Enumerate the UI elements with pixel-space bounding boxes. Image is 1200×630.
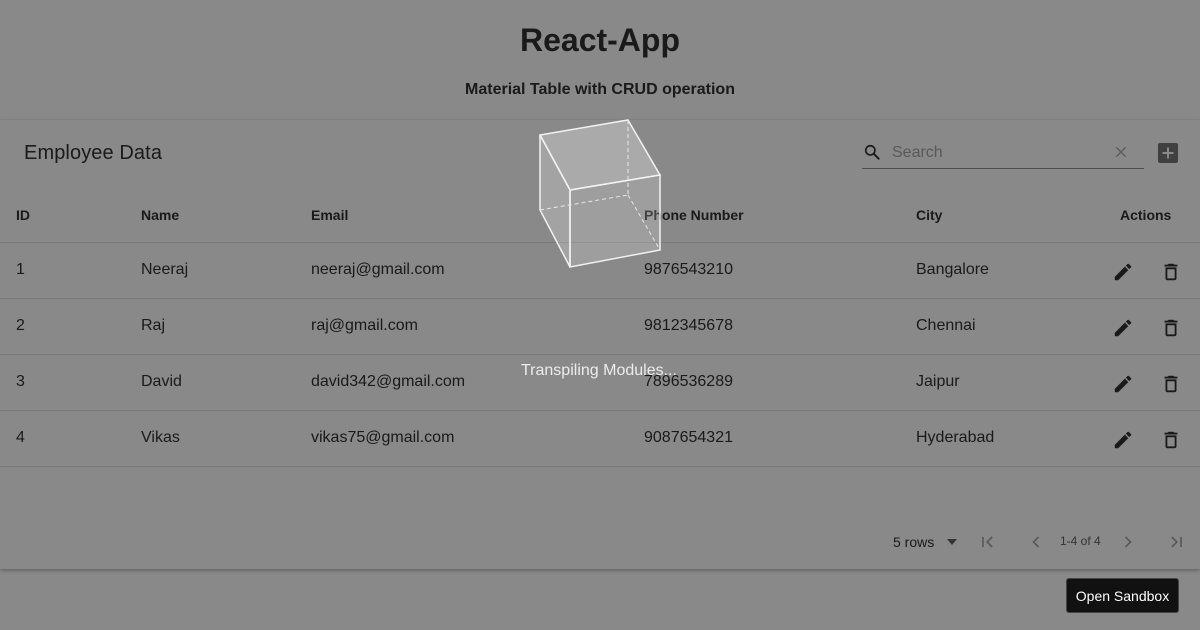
loading-overlay: Transpiling Modules... <box>0 0 1200 630</box>
loading-status-text: Transpiling Modules... <box>521 362 677 379</box>
loading-cube-icon <box>538 119 662 268</box>
open-sandbox-button[interactable]: Open Sandbox <box>1066 578 1179 613</box>
